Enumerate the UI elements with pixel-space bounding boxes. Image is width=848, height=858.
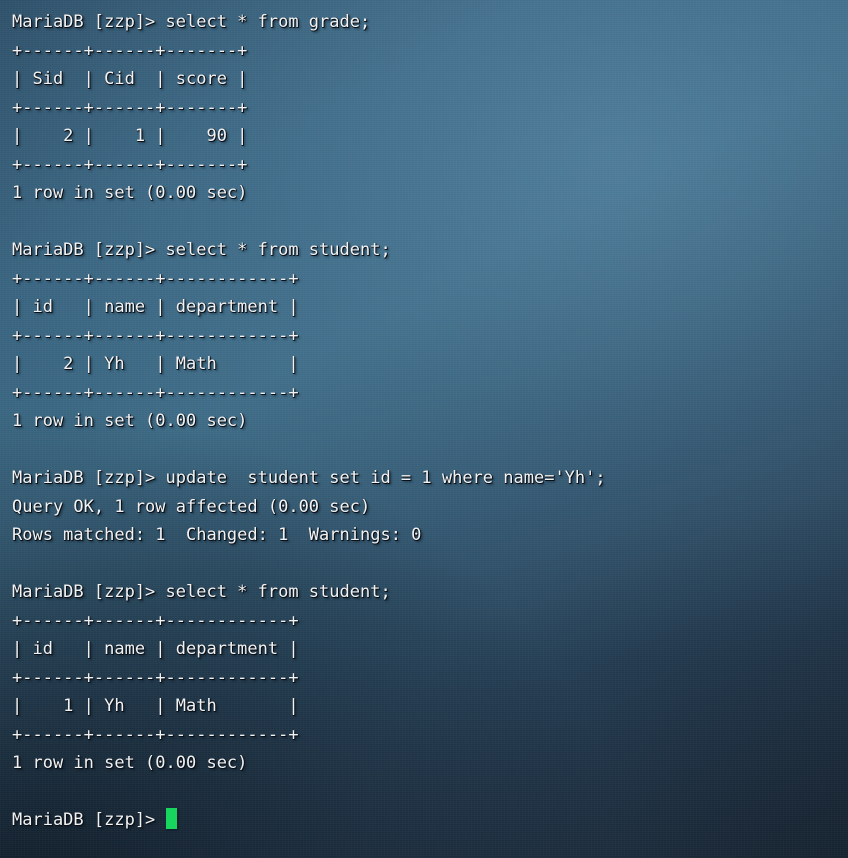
terminal-line: MariaDB [zzp]> select * from grade; (12, 12, 371, 32)
terminal-line: +------+------+------------+ (12, 382, 299, 403)
terminal-line: +------+------+------------+ (12, 667, 299, 688)
terminal-line: +------+------+-------+ (12, 40, 248, 61)
terminal-line: | 1 | Yh | Math | (12, 696, 299, 716)
terminal-line: | 2 | Yh | Math | (12, 354, 299, 374)
terminal-line: MariaDB [zzp]> update student set id = 1… (12, 468, 606, 488)
terminal-line: 1 row in set (0.00 sec) (12, 183, 248, 203)
terminal-line: +------+------+------------+ (12, 610, 299, 631)
terminal-line: +------+------+------------+ (12, 724, 299, 745)
terminal-line: +------+------+-------+ (12, 97, 248, 118)
terminal-line: 1 row in set (0.00 sec) (12, 753, 248, 773)
terminal-line: +------+------+------------+ (12, 325, 299, 346)
active-prompt-line[interactable]: MariaDB [zzp]> (12, 806, 848, 835)
terminal-line: +------+------+-------+ (12, 154, 248, 175)
terminal-line: | Sid | Cid | score | (12, 69, 248, 89)
terminal-line: MariaDB [zzp]> select * from student; (12, 240, 391, 260)
terminal-window[interactable]: MariaDB [zzp]> select * from grade; +---… (0, 0, 848, 858)
terminal-line: Query OK, 1 row affected (0.00 sec) (12, 496, 371, 517)
terminal-line: | id | name | department | (12, 639, 299, 659)
terminal-line: | id | name | department | (12, 297, 299, 317)
terminal-line: MariaDB [zzp]> select * from student; (12, 582, 391, 602)
terminal-output-area[interactable]: MariaDB [zzp]> select * from grade; +---… (12, 8, 848, 835)
terminal-line: 1 row in set (0.00 sec) (12, 411, 248, 431)
terminal-line: +------+------+------------+ (12, 268, 299, 289)
prompt-label: MariaDB [zzp]> (12, 810, 166, 830)
terminal-line: | 2 | 1 | 90 | (12, 126, 248, 146)
terminal-line: Rows matched: 1 Changed: 1 Warnings: 0 (12, 525, 422, 545)
block-cursor (165, 808, 177, 829)
